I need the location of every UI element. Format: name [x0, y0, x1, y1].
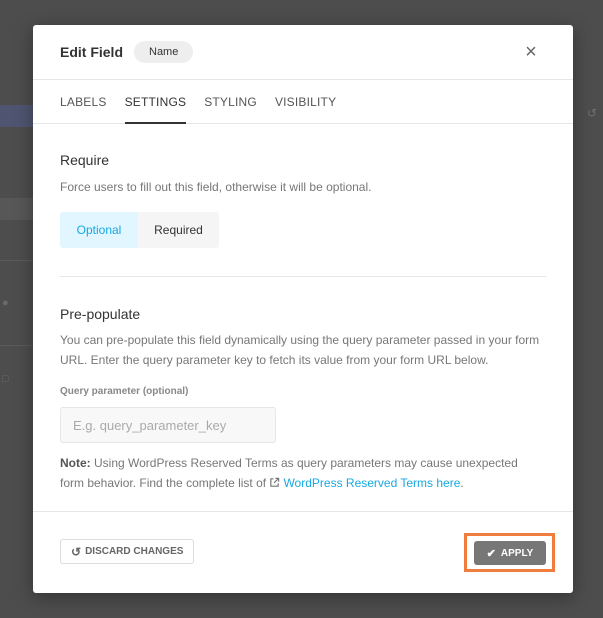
tab-labels[interactable]: LABELS — [60, 80, 107, 124]
modal-header: Edit Field Name × — [33, 25, 573, 80]
background-strip — [0, 105, 33, 127]
background-divider — [0, 260, 33, 261]
external-link-icon — [270, 477, 280, 487]
query-parameter-label: Query parameter (optional) — [60, 386, 189, 397]
reserved-terms-note: Note: Using WordPress Reserved Terms as … — [60, 453, 540, 493]
background-mail-icon: □ — [2, 373, 9, 385]
background-user-icon: ● — [2, 297, 9, 309]
close-icon[interactable]: × — [522, 42, 540, 62]
note-suffix: . — [460, 476, 464, 490]
query-parameter-input[interactable] — [60, 407, 276, 443]
note-prefix: Note: — [60, 456, 91, 470]
tab-settings[interactable]: SETTINGS — [124, 80, 187, 124]
discard-changes-button[interactable]: ↺ DISCARD CHANGES — [60, 539, 195, 564]
required-option[interactable]: Required — [138, 212, 219, 248]
require-title: Require — [60, 152, 110, 168]
require-toggle: Optional Required — [60, 212, 219, 248]
settings-panel: Require Force users to fill out this fie… — [33, 152, 573, 493]
reserved-terms-link[interactable]: WordPress Reserved Terms here — [283, 476, 460, 490]
optional-option[interactable]: Optional — [60, 212, 138, 248]
modal-footer: ↺ DISCARD CHANGES ✔ APPLY — [33, 511, 573, 593]
prepopulate-description: You can pre-populate this field dynamica… — [60, 333, 540, 367]
background-divider — [0, 345, 33, 346]
tab-visibility[interactable]: VISIBILITY — [275, 80, 336, 124]
discard-label: DISCARD CHANGES — [85, 546, 184, 557]
edit-field-modal: Edit Field Name × LABELS SETTINGS STYLIN… — [33, 25, 573, 593]
field-type-badge: Name — [134, 41, 194, 63]
check-icon: ✔ — [486, 547, 496, 560]
section-divider — [60, 276, 546, 277]
modal-title: Edit Field — [60, 44, 123, 60]
undo-icon: ↺ — [71, 544, 82, 559]
tab-styling[interactable]: STYLING — [204, 80, 257, 124]
apply-label: APPLY — [500, 547, 534, 559]
background-icon: ↺ — [586, 106, 597, 120]
tab-bar: LABELS SETTINGS STYLING VISIBILITY — [33, 80, 573, 124]
apply-button[interactable]: ✔ APPLY — [474, 541, 546, 565]
require-description: Force users to fill out this field, othe… — [60, 180, 372, 194]
prepopulate-title: Pre-populate — [60, 306, 141, 322]
background-strip — [0, 198, 33, 220]
